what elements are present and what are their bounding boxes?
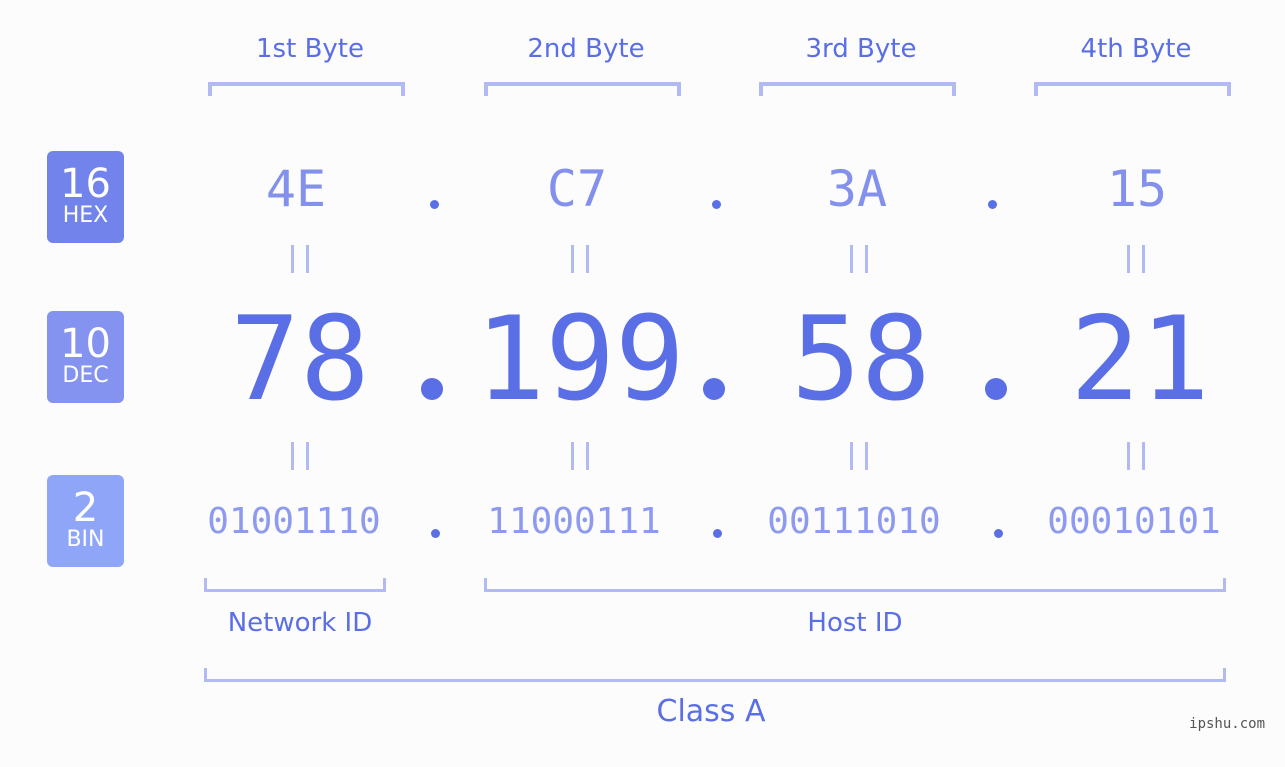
byte-label-1: 1st Byte: [256, 34, 364, 64]
dec-byte-4: 21: [1070, 292, 1210, 427]
equals-icon: [1127, 245, 1145, 273]
dec-badge: 10 DEC: [47, 311, 124, 403]
dec-badge-base: 10: [60, 321, 111, 367]
host-id-bracket: [484, 578, 1226, 592]
dec-byte-2: 199: [475, 292, 685, 427]
bin-separator-dot: [431, 529, 440, 538]
hex-separator-dot: [430, 200, 439, 209]
byte-bracket-4: [1034, 82, 1231, 96]
bin-separator-dot: [713, 529, 722, 538]
byte-label-2: 2nd Byte: [527, 34, 645, 64]
class-label: Class A: [656, 694, 766, 729]
bin-byte-1: 01001110: [207, 501, 381, 542]
bin-byte-3: 00111010: [767, 501, 941, 542]
hex-badge: 16 HEX: [47, 151, 124, 243]
equals-icon: [571, 442, 589, 470]
hex-byte-2: C7: [546, 160, 608, 218]
bin-separator-dot: [994, 529, 1003, 538]
byte-bracket-1: [208, 82, 405, 96]
dec-separator-dot: [421, 378, 443, 400]
bin-byte-4: 00010101: [1047, 501, 1221, 542]
network-id-label: Network ID: [227, 608, 373, 638]
network-id-bracket: [204, 578, 386, 592]
watermark: ipshu.com: [1189, 716, 1265, 732]
byte-bracket-3: [759, 82, 956, 96]
hex-badge-label: HEX: [62, 203, 109, 228]
dec-badge-label: DEC: [62, 363, 109, 388]
class-bracket: [204, 668, 1226, 682]
dec-separator-dot: [985, 378, 1007, 400]
bin-badge-base: 2: [72, 485, 99, 531]
hex-byte-3: 3A: [826, 160, 888, 218]
hex-byte-4: 15: [1106, 160, 1168, 218]
bin-byte-2: 11000111: [487, 501, 661, 542]
dec-byte-3: 58: [791, 292, 931, 427]
equals-icon: [291, 245, 309, 273]
hex-separator-dot: [988, 200, 997, 209]
byte-bracket-2: [484, 82, 681, 96]
equals-icon: [291, 442, 309, 470]
equals-icon: [850, 245, 868, 273]
hex-byte-1: 4E: [265, 160, 327, 218]
byte-label-3: 3rd Byte: [805, 34, 917, 64]
byte-label-4: 4th Byte: [1080, 34, 1192, 64]
hex-badge-base: 16: [60, 161, 111, 207]
equals-icon: [1127, 442, 1145, 470]
bin-badge: 2 BIN: [47, 475, 124, 567]
dec-separator-dot: [703, 378, 725, 400]
host-id-label: Host ID: [807, 608, 903, 638]
bin-badge-label: BIN: [66, 527, 105, 552]
hex-separator-dot: [712, 200, 721, 209]
dec-byte-1: 78: [230, 292, 370, 427]
equals-icon: [571, 245, 589, 273]
equals-icon: [850, 442, 868, 470]
